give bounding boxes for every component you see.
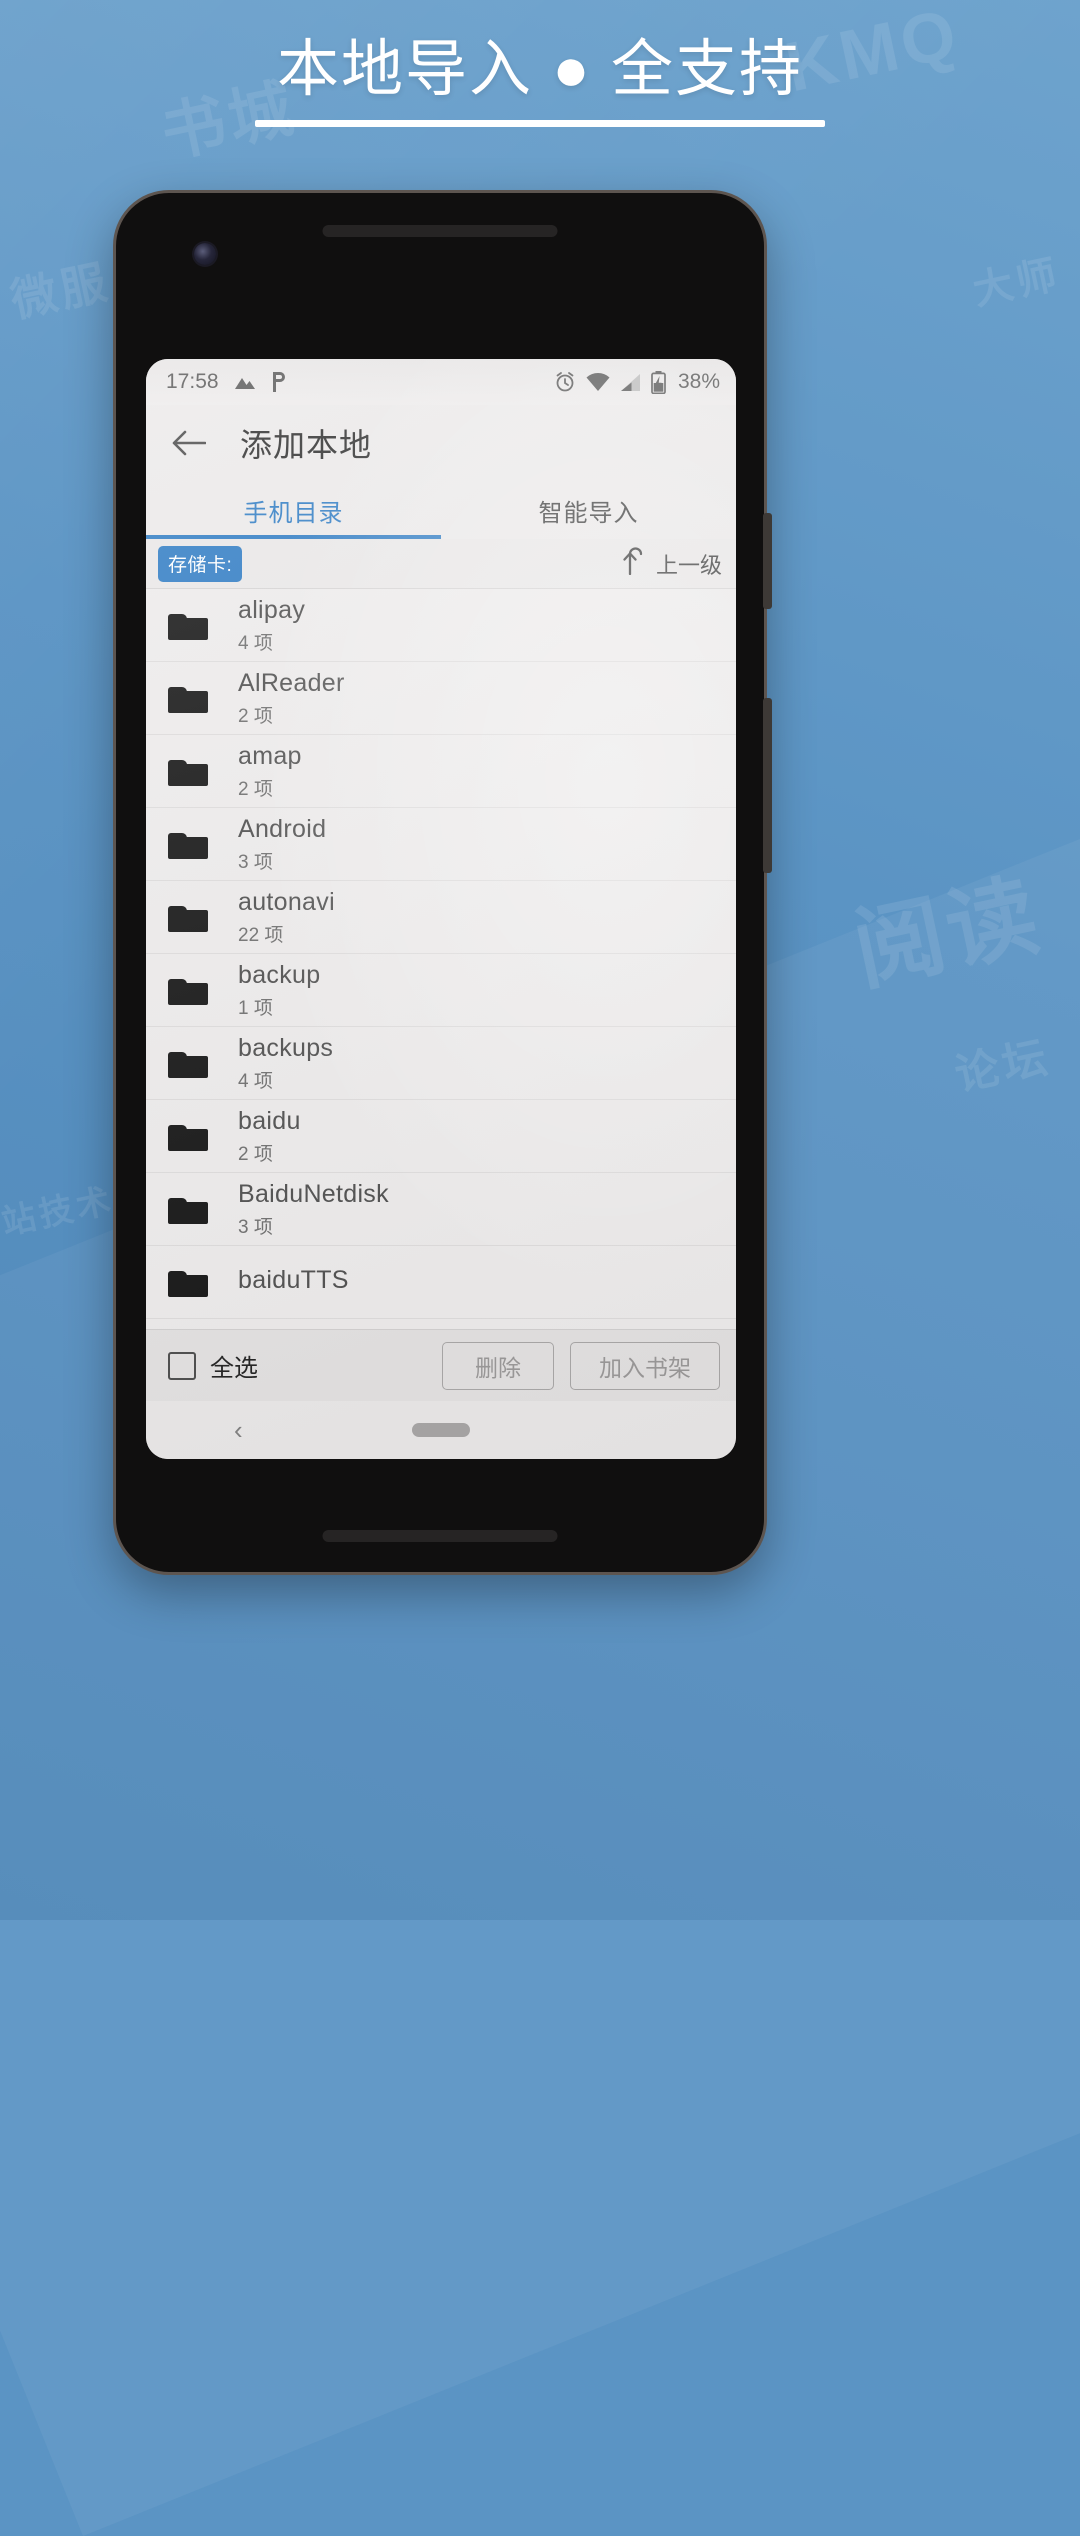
earpiece-speaker: [322, 225, 558, 237]
path-breadcrumb-bar: 存储卡: 上一级: [146, 539, 736, 589]
folder-icon: [168, 756, 208, 786]
folder-icon: [168, 1267, 208, 1297]
promo-divider: [255, 120, 825, 127]
select-all-checkbox[interactable]: [168, 1351, 196, 1380]
android-nav-bar: ‹: [146, 1401, 736, 1459]
status-bar-right: 38%: [554, 370, 720, 394]
list-item[interactable]: BaiduNetdisk 3 项: [146, 1173, 736, 1246]
file-name: AlReader: [238, 668, 345, 697]
nav-back-icon[interactable]: ‹: [234, 1415, 243, 1446]
delete-button[interactable]: 删除: [442, 1341, 554, 1390]
promo-title: 本地导入 ● 全支持: [277, 35, 803, 104]
watermark-text: 大师: [969, 252, 1065, 314]
list-item[interactable]: autonavi 22 项: [146, 881, 736, 954]
battery-percent: 38%: [677, 370, 720, 393]
nav-home-pill[interactable]: [412, 1423, 470, 1437]
folder-icon: [168, 1048, 208, 1078]
file-name: baidu: [238, 1106, 301, 1135]
status-time: 17:58: [166, 370, 219, 393]
wifi-icon: [586, 372, 610, 392]
file-count: 4 项: [238, 632, 273, 654]
bottom-speaker: [322, 1530, 558, 1542]
file-name: amap: [238, 741, 302, 770]
folder-icon: [168, 975, 208, 1005]
folder-icon: [168, 1121, 208, 1151]
file-count: 1 项: [238, 997, 273, 1019]
file-count: 2 项: [238, 1143, 273, 1165]
front-camera-icon: [194, 243, 216, 265]
watermark-text: 微服: [6, 255, 115, 327]
list-item[interactable]: Android 3 项: [146, 808, 736, 881]
image-icon: [233, 373, 257, 391]
alarm-icon: [554, 371, 576, 393]
phone-screen: 17:58 38% 添加本地 手机目录 智能导入 存储卡: 上一级 alipay…: [146, 359, 736, 1459]
list-item[interactable]: alipay 4 项: [146, 589, 736, 662]
tab-smart-import[interactable]: 智能导入: [441, 481, 736, 539]
tab-bar: 手机目录 智能导入: [146, 481, 736, 539]
file-count: 2 项: [238, 705, 273, 727]
folder-icon: [168, 902, 208, 932]
file-count: 22 项: [238, 924, 284, 946]
parking-p-icon: [271, 371, 287, 393]
status-bar-left: 17:58: [166, 370, 287, 394]
file-name: alipay: [238, 595, 306, 624]
file-list[interactable]: alipay 4 项 AlReader 2 项 amap 2 项 Android…: [146, 589, 736, 1329]
file-name: backups: [238, 1033, 334, 1062]
select-all-label: 全选: [210, 1355, 258, 1382]
file-name: BaiduNetdisk: [238, 1179, 389, 1208]
up-level-arrow-icon: [622, 546, 646, 581]
list-item[interactable]: baidu 2 项: [146, 1100, 736, 1173]
folder-icon: [168, 683, 208, 713]
file-name: Android: [238, 814, 327, 843]
list-item[interactable]: backup 1 项: [146, 954, 736, 1027]
back-arrow-icon[interactable]: [168, 422, 210, 464]
page-title: 添加本地: [240, 427, 373, 463]
tab-phone-directory[interactable]: 手机目录: [146, 481, 441, 539]
folder-icon: [168, 1194, 208, 1224]
file-count: 4 项: [238, 1070, 273, 1092]
up-level-button[interactable]: 上一级: [622, 546, 722, 581]
file-count: 2 项: [238, 778, 273, 800]
list-item[interactable]: amap 2 项: [146, 735, 736, 808]
file-count: 3 项: [238, 851, 273, 873]
list-item[interactable]: AlReader 2 项: [146, 662, 736, 735]
tab-active-indicator: [146, 535, 441, 539]
signal-icon: [620, 373, 641, 392]
volume-button[interactable]: [763, 513, 772, 609]
select-all-control[interactable]: 全选: [168, 1348, 258, 1383]
battery-charging-icon: [651, 370, 666, 394]
action-buttons-group: 删除 加入书架: [426, 1341, 720, 1390]
file-name: backup: [238, 960, 321, 989]
app-bar: 添加本地: [146, 405, 736, 481]
up-level-label: 上一级: [655, 552, 722, 578]
file-count: 3 项: [238, 1216, 273, 1238]
folder-icon: [168, 610, 208, 640]
list-item[interactable]: backups 4 项: [146, 1027, 736, 1100]
bottom-action-bar: 全选 删除 加入书架: [146, 1329, 736, 1401]
folder-icon: [168, 829, 208, 859]
add-to-shelf-button[interactable]: 加入书架: [570, 1341, 720, 1390]
list-item[interactable]: baiduTTS: [146, 1246, 736, 1319]
phone-device-frame: 17:58 38% 添加本地 手机目录 智能导入 存储卡: 上一级 alipay…: [113, 190, 772, 1575]
file-name: autonavi: [238, 887, 335, 916]
status-bar: 17:58 38%: [146, 359, 736, 405]
breadcrumb-storage-card[interactable]: 存储卡:: [158, 545, 243, 582]
file-name: baiduTTS: [238, 1266, 349, 1294]
power-button[interactable]: [763, 698, 772, 873]
